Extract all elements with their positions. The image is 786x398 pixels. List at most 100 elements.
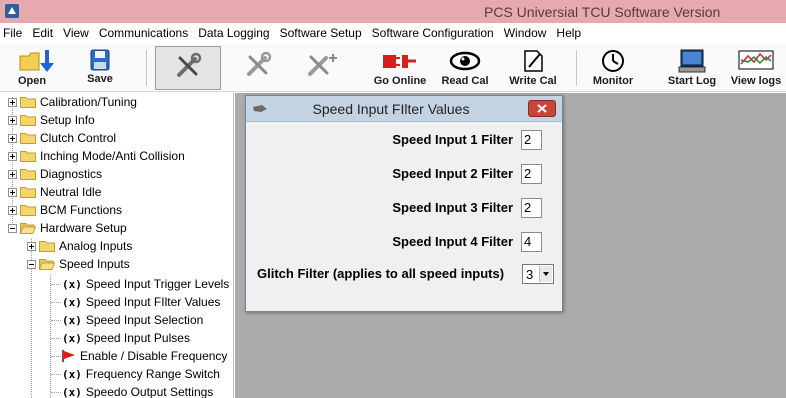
expand-icon[interactable] xyxy=(8,115,17,125)
menu-communications[interactable]: Communications xyxy=(94,23,193,44)
chart-view-icon xyxy=(738,50,774,70)
gauge-icon xyxy=(602,50,624,72)
window-title: PCS Universial TCU Software Version xyxy=(484,4,721,20)
write-cal-button[interactable]: Write Cal xyxy=(503,46,563,90)
menu-data-logging[interactable]: Data Logging xyxy=(193,23,274,44)
speed-input-2-filter-field[interactable]: 2 xyxy=(521,164,542,184)
tree-connector xyxy=(51,302,61,303)
start-log-button[interactable]: Start Log xyxy=(660,46,724,90)
tree-item-clutch-control[interactable]: Clutch Control xyxy=(8,129,116,147)
tree-item-label: BCM Functions xyxy=(40,203,123,217)
tree-item-hardware-setup[interactable]: Hardware Setup xyxy=(8,219,127,237)
read-cal-button[interactable]: Read Cal xyxy=(436,46,494,90)
title-bar[interactable]: PCS Universial TCU Software Version xyxy=(0,0,786,23)
tree-item-label: Neutral Idle xyxy=(40,185,102,199)
tree-item-diagnostics[interactable]: Diagnostics xyxy=(8,165,102,183)
menu-help[interactable]: Help xyxy=(551,23,586,44)
expand-icon[interactable] xyxy=(27,241,36,251)
tree-item-label: Speed Inputs xyxy=(59,257,130,271)
speed-input-3-filter-label: Speed Input 3 Filter xyxy=(392,200,513,215)
view-logs-button[interactable]: View logs xyxy=(726,46,786,90)
expand-icon[interactable] xyxy=(8,187,17,197)
tree-item-neutral-idle[interactable]: Neutral Idle xyxy=(8,183,101,201)
tree-item-speed-input-selection[interactable]: (x) Speed Input Selection xyxy=(62,311,203,329)
tree-item-enable-disable-frequency[interactable]: Enable / Disable Frequency xyxy=(62,347,227,365)
save-disk-icon xyxy=(90,49,110,71)
tree-item-label: Speed Input FIlter Values xyxy=(85,295,221,309)
computer-log-icon xyxy=(678,49,706,73)
folder-icon xyxy=(20,96,36,108)
tree-item-label: Hardware Setup xyxy=(40,221,127,235)
open-folder-icon xyxy=(39,258,55,270)
chevron-down-icon[interactable] xyxy=(539,266,552,282)
menu-bar: File Edit View Communications Data Loggi… xyxy=(0,23,786,44)
tools-add-icon xyxy=(308,54,337,76)
tree-item-speed-input-trigger-levels[interactable]: (x) Speed Input Trigger Levels xyxy=(62,275,229,293)
menu-edit[interactable]: Edit xyxy=(27,23,58,44)
open-button[interactable]: Open xyxy=(8,46,66,90)
x-marker-icon: (x) xyxy=(62,331,82,345)
tools-icon xyxy=(247,51,272,76)
glitch-filter-label: Glitch Filter (applies to all speed inpu… xyxy=(257,266,505,281)
dialog-title-bar[interactable]: Speed Input FIlter Values xyxy=(246,96,562,122)
go-online-label: Go Online xyxy=(373,75,427,87)
tree-item-label: Speed Input Trigger Levels xyxy=(85,277,230,291)
speed-input-3-filter-field[interactable]: 2 xyxy=(521,198,542,218)
tree-item-frequency-range-switch[interactable]: (x) Frequency Range Switch xyxy=(62,365,220,383)
menu-view[interactable]: View xyxy=(58,23,94,44)
tools-button[interactable] xyxy=(155,46,221,90)
x-marker-icon: (x) xyxy=(62,385,82,398)
folder-icon xyxy=(20,204,36,216)
tree-item-calibration-tuning[interactable]: Calibration/Tuning xyxy=(8,93,137,111)
tree-connector xyxy=(50,275,51,398)
collapse-icon[interactable] xyxy=(8,223,17,233)
monitor-label: Monitor xyxy=(592,75,634,87)
save-button[interactable]: Save xyxy=(82,46,118,90)
speed-input-4-filter-field[interactable]: 4 xyxy=(521,232,542,252)
tree-item-label: Inching Mode/Anti Collision xyxy=(40,149,185,163)
monitor-button[interactable]: Monitor xyxy=(586,46,640,90)
close-button[interactable] xyxy=(528,100,556,117)
tree-item-analog-inputs[interactable]: Analog Inputs xyxy=(27,237,132,255)
tools-disabled-button[interactable] xyxy=(236,46,280,90)
toolbar-separator xyxy=(146,50,147,86)
menu-software-configuration[interactable]: Software Configuration xyxy=(367,23,499,44)
tree-item-speed-input-pulses[interactable]: (x) Speed Input Pulses xyxy=(62,329,190,347)
x-marker-icon: (x) xyxy=(62,367,82,381)
x-marker-icon: (x) xyxy=(62,313,82,327)
navigation-tree[interactable]: Calibration/Tuning Setup Info Clutch Con… xyxy=(0,93,234,398)
tree-item-speedo-output-settings[interactable]: (x) Speedo Output Settings xyxy=(62,383,213,398)
tree-item-setup-info[interactable]: Setup Info xyxy=(8,111,95,129)
tools-add-button[interactable] xyxy=(300,46,344,90)
folder-icon xyxy=(20,132,36,144)
tree-item-speed-inputs[interactable]: Speed Inputs xyxy=(27,255,130,273)
tree-item-label: Frequency Range Switch xyxy=(85,367,220,381)
tree-item-inching-mode[interactable]: Inching Mode/Anti Collision xyxy=(8,147,185,165)
expand-icon[interactable] xyxy=(8,205,17,215)
open-folder-icon xyxy=(19,50,54,72)
tree-connector xyxy=(51,320,61,321)
close-icon xyxy=(537,104,547,113)
view-logs-label: View logs xyxy=(730,75,782,87)
expand-icon[interactable] xyxy=(8,151,17,161)
expand-icon[interactable] xyxy=(8,133,17,143)
collapse-icon[interactable] xyxy=(27,259,36,269)
expand-icon[interactable] xyxy=(8,169,17,179)
menu-window[interactable]: Window xyxy=(499,23,552,44)
app-icon xyxy=(5,4,19,18)
menu-file[interactable]: File xyxy=(0,23,27,44)
go-online-button[interactable]: Go Online xyxy=(368,46,432,90)
tree-item-bcm-functions[interactable]: BCM Functions xyxy=(8,201,122,219)
tree-item-speed-input-filter-values[interactable]: (x) Speed Input FIlter Values xyxy=(62,293,220,311)
tree-connector xyxy=(51,374,61,375)
menu-software-setup[interactable]: Software Setup xyxy=(275,23,367,44)
x-marker-icon: (x) xyxy=(62,277,82,291)
tree-connector xyxy=(51,284,61,285)
glitch-filter-select[interactable]: 3 xyxy=(522,264,554,284)
tree-connector xyxy=(51,338,61,339)
speed-input-1-filter-field[interactable]: 2 xyxy=(521,130,542,150)
folder-icon xyxy=(20,186,36,198)
expand-icon[interactable] xyxy=(8,97,17,107)
start-log-label: Start Log xyxy=(667,75,717,87)
folder-icon xyxy=(20,168,36,180)
